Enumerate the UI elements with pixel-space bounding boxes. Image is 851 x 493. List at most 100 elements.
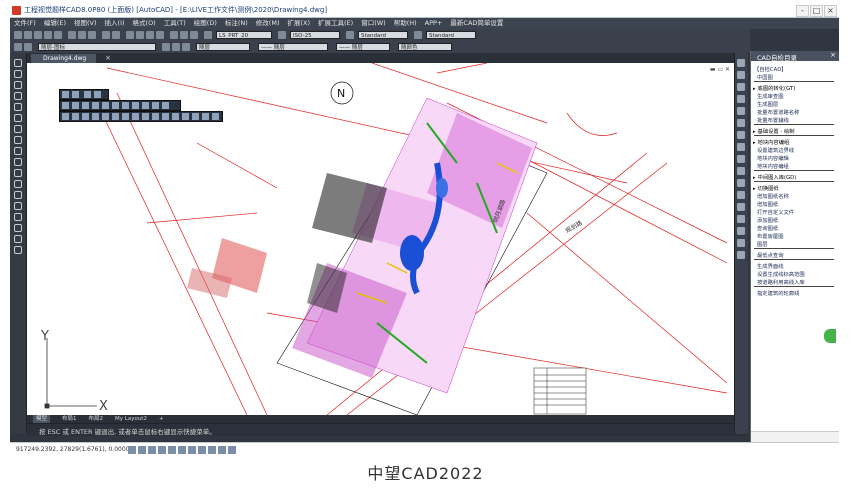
- plotstyle-select[interactable]: 随颜色: [398, 43, 452, 51]
- cut-icon[interactable]: [68, 31, 76, 39]
- strip-tool-12-icon[interactable]: [737, 191, 745, 199]
- text-style-icon[interactable]: [204, 31, 212, 39]
- float-tool-13-icon[interactable]: [142, 102, 149, 109]
- float-tool-29-icon[interactable]: [192, 113, 199, 120]
- panel-section-plot-group[interactable]: 地块内容编组: [753, 138, 790, 146]
- close-button[interactable]: ×: [824, 5, 837, 17]
- strip-tool-9-icon[interactable]: [737, 155, 745, 163]
- float-tool-4-icon[interactable]: [94, 91, 101, 98]
- strip-tool-1-icon[interactable]: [737, 59, 745, 67]
- insert-block-icon[interactable]: [14, 180, 22, 188]
- panel-item-gen-layers[interactable]: 生成图层: [757, 100, 778, 108]
- panel-section-basemap[interactable]: 底图的转化(GT): [753, 84, 796, 92]
- save-icon[interactable]: [34, 31, 42, 39]
- dim-style-icon[interactable]: [278, 31, 286, 39]
- float-tool-30-icon[interactable]: [202, 113, 209, 120]
- preview-icon[interactable]: [54, 31, 62, 39]
- dyn-icon[interactable]: [188, 446, 196, 454]
- panel-item-china-map[interactable]: 中国图: [757, 73, 773, 81]
- float-tool-2-icon[interactable]: [72, 91, 79, 98]
- float-tool-23-icon[interactable]: [132, 113, 139, 120]
- float-tool-21-icon[interactable]: [112, 113, 119, 120]
- lineweight-icon[interactable]: [198, 446, 206, 454]
- side-tab[interactable]: [824, 329, 836, 343]
- panel-item-road-contour[interactable]: 按道路利用高线入库: [757, 278, 805, 286]
- print-icon[interactable]: [44, 31, 52, 39]
- float-tool-27-icon[interactable]: [172, 113, 179, 120]
- menu-dimension[interactable]: 标注(N): [225, 18, 248, 29]
- panel-item-building-outline[interactable]: 指定建筑的轮廓线: [757, 289, 799, 297]
- strip-tool-13-icon[interactable]: [737, 203, 745, 211]
- float-tool-19-icon[interactable]: [92, 113, 99, 120]
- panel-item-lowest-point[interactable]: 最低点查询: [757, 251, 784, 259]
- float-tool-24-icon[interactable]: [142, 113, 149, 120]
- tab-layout2[interactable]: 布局2: [89, 415, 104, 423]
- redo-icon[interactable]: [112, 31, 120, 39]
- workspace-icon[interactable]: [228, 446, 236, 454]
- menu-file[interactable]: 文件(F): [14, 18, 36, 29]
- float-tool-3-icon[interactable]: [84, 91, 91, 98]
- menu-window[interactable]: 窗口(W): [361, 18, 386, 29]
- menu-help[interactable]: 帮助(H): [394, 18, 417, 29]
- make-current-icon[interactable]: [162, 43, 170, 51]
- menu-extend[interactable]: 扩展(X): [287, 18, 310, 29]
- polar-icon[interactable]: [158, 446, 166, 454]
- transparency-icon[interactable]: [208, 446, 216, 454]
- menu-view[interactable]: 视图(V): [74, 18, 97, 29]
- float-tool-22-icon[interactable]: [122, 113, 129, 120]
- float-tool-28-icon[interactable]: [182, 113, 189, 120]
- region-icon[interactable]: [14, 224, 22, 232]
- strip-tool-10-icon[interactable]: [737, 167, 745, 175]
- undo-icon[interactable]: [102, 31, 110, 39]
- strip-tool-4-icon[interactable]: [737, 95, 745, 103]
- spline-icon[interactable]: [14, 147, 22, 155]
- zoom-icon[interactable]: [136, 31, 144, 39]
- panel-item-insert-sheet[interactable]: 添加图纸: [757, 216, 778, 224]
- float-tool-12-icon[interactable]: [132, 102, 139, 109]
- menu-format[interactable]: 格式(O): [133, 18, 156, 29]
- panel-item-place-house[interactable]: 布置房屋图: [757, 232, 784, 240]
- strip-tool-7-icon[interactable]: [737, 131, 745, 139]
- tab-model[interactable]: 模型: [33, 415, 51, 423]
- layer-state-icon[interactable]: [24, 43, 32, 51]
- panel-item-review-map[interactable]: 生成审查图: [757, 92, 784, 100]
- tab-add-layout[interactable]: +: [159, 415, 164, 423]
- minimize-button[interactable]: -: [796, 5, 809, 17]
- menu-insert[interactable]: 插入(I): [105, 18, 125, 29]
- open-icon[interactable]: [24, 31, 32, 39]
- panel-section-import[interactable]: 中间图入库(GD): [753, 173, 797, 181]
- zoom-window-icon[interactable]: [146, 31, 154, 39]
- float-tool-18-icon[interactable]: [82, 113, 89, 120]
- linetype-select[interactable]: —— 随层: [258, 43, 328, 51]
- panel-item-add-sheet-name[interactable]: 增加图纸名称: [757, 192, 789, 200]
- float-tool-15-icon[interactable]: [162, 102, 169, 109]
- mtext-icon[interactable]: [14, 246, 22, 254]
- strip-tool-16-icon[interactable]: [737, 239, 745, 247]
- arc-icon[interactable]: [14, 114, 22, 122]
- strip-tool-11-icon[interactable]: [737, 179, 745, 187]
- polyline-icon[interactable]: [14, 81, 22, 89]
- menu-ext-tools[interactable]: 扩展工具(E): [318, 18, 353, 29]
- tool-palette-icon[interactable]: [190, 31, 198, 39]
- strip-tool-3-icon[interactable]: [737, 83, 745, 91]
- hatch-icon[interactable]: [14, 213, 22, 221]
- float-tool-5-icon[interactable]: [62, 102, 69, 109]
- close-tab-icon[interactable]: ×: [105, 54, 111, 63]
- dim-style-select[interactable]: ISO-25: [290, 31, 340, 39]
- make-block-icon[interactable]: [14, 191, 22, 199]
- panel-section-base-settings[interactable]: 基础设置 - 绘制: [753, 127, 795, 135]
- float-tool-31-icon[interactable]: [212, 113, 219, 120]
- layer-previous-icon[interactable]: [172, 43, 180, 51]
- panel-item-road-names[interactable]: 批量布置道路名称: [757, 108, 799, 116]
- tab-my-layout2[interactable]: My Layout2: [115, 415, 147, 423]
- line-icon[interactable]: [14, 59, 22, 67]
- command-line[interactable]: 按 ESC 或 ENTER 键退出, 或者单击鼠标右键显示快捷菜单。: [27, 423, 747, 436]
- panel-item-add-sheet[interactable]: 增加图纸: [757, 200, 778, 208]
- current-layer-select[interactable]: 随层-图标: [38, 43, 156, 51]
- float-tool-14-icon[interactable]: [152, 102, 159, 109]
- panel-item-open-custom[interactable]: 打开自定义文件: [757, 208, 794, 216]
- ortho-icon[interactable]: [148, 446, 156, 454]
- table-icon[interactable]: [14, 235, 22, 243]
- panel-item-plot-group[interactable]: 地块内容编组: [757, 162, 789, 170]
- lineweight-select[interactable]: —— 随层: [336, 43, 390, 51]
